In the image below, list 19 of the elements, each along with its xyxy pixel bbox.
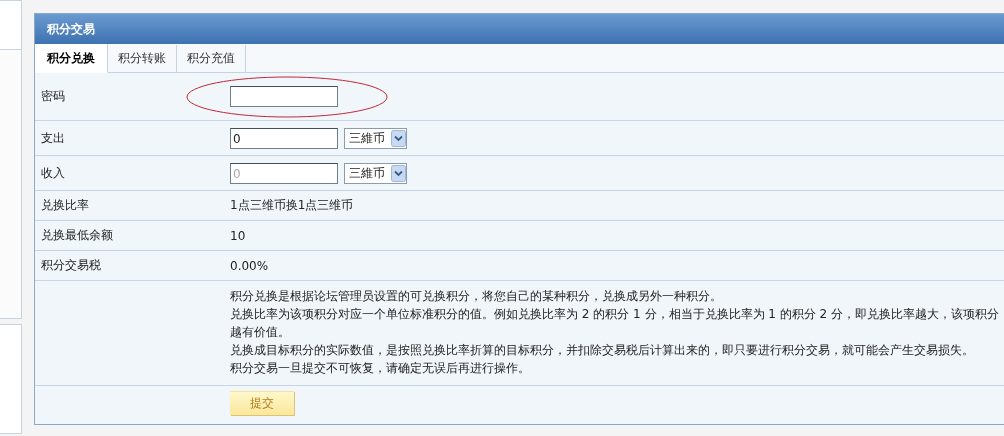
- field-label: 兑换最低余额: [41, 228, 113, 242]
- field-value: 0.00%: [230, 258, 269, 273]
- help-text: 积分交易一旦提交不可恢复，请确定无误后再进行操作。: [230, 360, 531, 377]
- field-label: 密码: [41, 89, 65, 103]
- password-field[interactable]: [230, 86, 338, 107]
- help-text: 兑换成目标积分的实际数值，是按照兑换比率折算的目标积分，并扣除交易税后计算出来的，即只要进行积分交易，就可能会产生交易损失。: [230, 342, 975, 359]
- help-text: 兑换比率为该项积分对应一个单位标准积分的值。例如兑换比率为 2 的积分 1 分，相当于兑换比率为 1 的积分 2 分，即兑换比率越大，该项积分: [230, 306, 1000, 323]
- field-value: 1点三维币换1点三维币: [230, 197, 354, 214]
- tab[interactable]: 积分兑换: [35, 44, 108, 73]
- field-label: 支出: [41, 130, 65, 145]
- currency-dropdown[interactable]: 三維币: [344, 127, 407, 149]
- field-label: 收入: [41, 165, 65, 180]
- panel-title: 积分交易: [47, 20, 95, 38]
- field-label: 兑换比率: [41, 198, 89, 212]
- field-label: 积分交易税: [41, 258, 101, 272]
- help-text: 越有价值。: [230, 324, 291, 341]
- field-value: 10: [230, 228, 246, 243]
- amount-field[interactable]: 0: [230, 127, 338, 149]
- help-text: 积分兑换是根据论坛管理员设置的可兑换积分，将您自己的某种积分，兑换成另外一种积分。: [230, 288, 723, 305]
